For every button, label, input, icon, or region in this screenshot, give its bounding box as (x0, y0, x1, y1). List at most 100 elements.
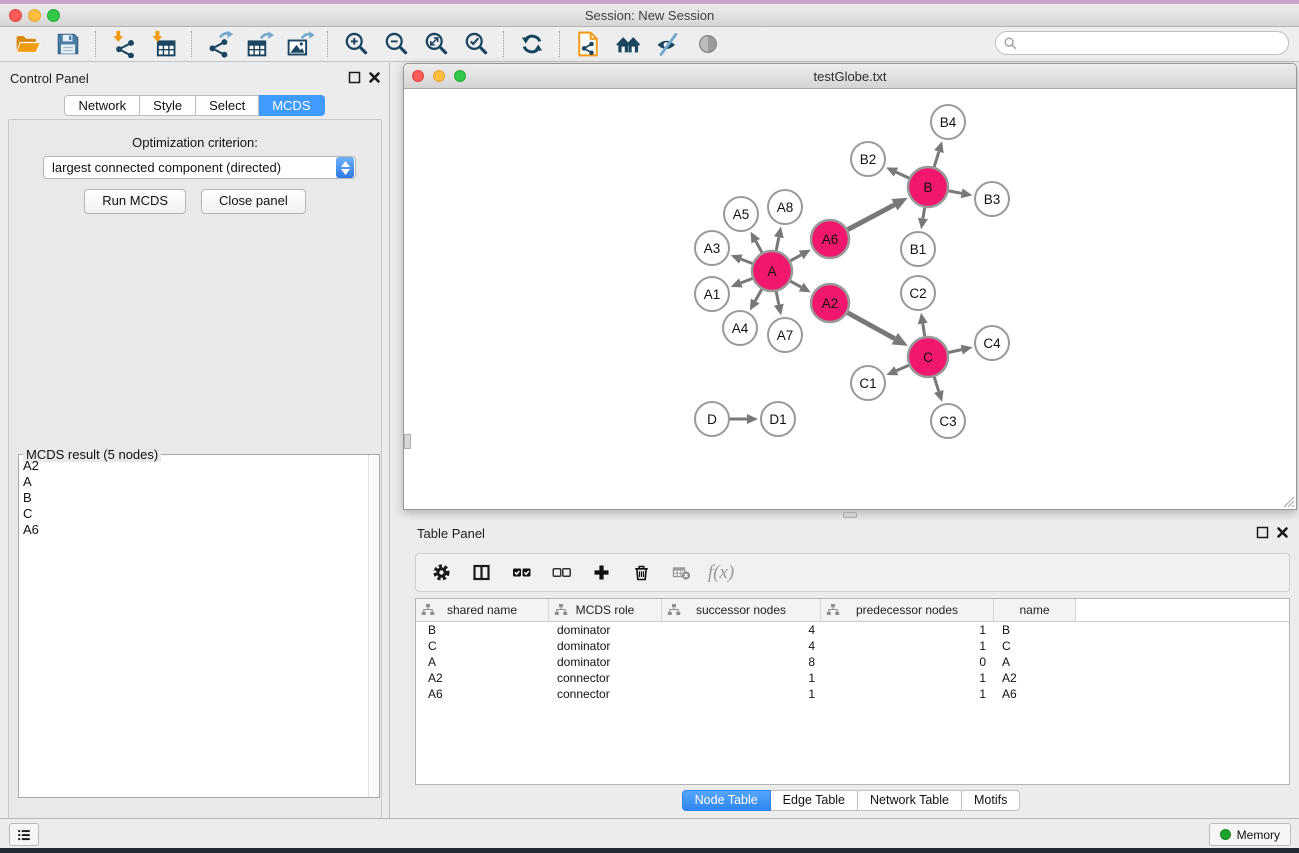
create-column-button[interactable] (588, 560, 614, 586)
edge-B-B2[interactable] (896, 172, 909, 178)
table-settings-button[interactable] (428, 560, 454, 586)
canvas-scroll-stub[interactable] (404, 434, 411, 449)
search-box[interactable] (995, 31, 1289, 55)
zoom-selected-button[interactable] (456, 28, 496, 60)
cell[interactable]: 0 (821, 654, 994, 670)
close-panel-icon[interactable] (368, 71, 381, 84)
cell[interactable]: A6 (994, 686, 1076, 702)
run-mcds-button[interactable]: Run MCDS (84, 189, 186, 214)
delete-column-button[interactable] (628, 560, 654, 586)
export-table-button[interactable] (240, 28, 280, 60)
show-panel-button[interactable] (688, 28, 728, 60)
resize-grip-icon[interactable] (1281, 494, 1295, 508)
column-header-successor-nodes[interactable]: successor nodes (662, 599, 821, 621)
cell[interactable]: dominator (549, 638, 662, 654)
table-row[interactable]: Bdominator41B (416, 622, 1289, 638)
cell[interactable]: 4 (662, 638, 821, 654)
task-history-button[interactable] (9, 823, 39, 846)
tab-node-table[interactable]: Node Table (682, 790, 771, 811)
export-network-button[interactable] (200, 28, 240, 60)
table-row[interactable]: Cdominator41C (416, 638, 1289, 654)
cell[interactable]: 8 (662, 654, 821, 670)
cell[interactable]: A2 (994, 670, 1076, 686)
tab-network-table[interactable]: Network Table (858, 790, 962, 811)
cell[interactable]: C (994, 638, 1076, 654)
tab-style[interactable]: Style (140, 95, 196, 116)
result-item[interactable]: B (19, 490, 369, 506)
cell[interactable]: connector (549, 670, 662, 686)
edge-C-C2[interactable] (923, 324, 925, 337)
edge-A-A7[interactable] (776, 292, 779, 305)
result-item[interactable]: C (19, 506, 369, 522)
tab-select[interactable]: Select (196, 95, 259, 116)
column-header-name[interactable]: name (994, 599, 1076, 621)
criterion-select[interactable]: largest connected component (directed) (43, 156, 356, 179)
cell[interactable]: B (416, 622, 549, 638)
tab-network[interactable]: Network (64, 95, 140, 116)
tab-motifs[interactable]: Motifs (962, 790, 1020, 811)
table-row[interactable]: Adominator80A (416, 654, 1289, 670)
float-table-panel-icon[interactable] (1256, 526, 1269, 539)
network-window-titlebar[interactable]: testGlobe.txt (404, 64, 1296, 89)
cell[interactable]: dominator (549, 622, 662, 638)
zoom-out-button[interactable] (376, 28, 416, 60)
edge-A6-B[interactable] (848, 205, 895, 230)
import-network-button[interactable] (104, 28, 144, 60)
result-item[interactable]: A2 (19, 458, 369, 474)
edge-A-A1[interactable] (741, 279, 752, 283)
split-divider-grip[interactable] (843, 512, 857, 518)
cell[interactable]: 1 (821, 686, 994, 702)
result-item[interactable]: A (19, 474, 369, 490)
cell[interactable]: A2 (416, 670, 549, 686)
zoom-fit-button[interactable] (416, 28, 456, 60)
cell[interactable]: 1 (821, 622, 994, 638)
cell[interactable]: C (416, 638, 549, 654)
edge-C-C4[interactable] (949, 350, 962, 353)
save-session-button[interactable] (48, 28, 88, 60)
edge-C-C3[interactable] (934, 377, 938, 391)
column-header-MCDS-role[interactable]: MCDS role (549, 599, 662, 621)
deselect-all-button[interactable] (548, 560, 574, 586)
close-panel-button[interactable]: Close panel (201, 189, 306, 214)
toggle-panes-button[interactable] (468, 560, 494, 586)
edge-B-B1[interactable] (923, 208, 925, 219)
cell[interactable]: 4 (662, 622, 821, 638)
edge-C-C1[interactable] (896, 365, 908, 370)
float-panel-icon[interactable] (348, 71, 361, 84)
cell[interactable]: 1 (821, 638, 994, 654)
network-canvas[interactable]: B4B2BB3A8A5A6A3B1AA1C2A2A4A7C4CC1C3DD1 (404, 89, 1296, 509)
result-scrollbar[interactable] (368, 455, 379, 797)
cell[interactable]: connector (549, 686, 662, 702)
select-all-button[interactable] (508, 560, 534, 586)
edge-A-A8[interactable] (776, 237, 779, 250)
memory-button[interactable]: Memory (1209, 823, 1291, 846)
cell[interactable]: 1 (662, 686, 821, 702)
refresh-button[interactable] (512, 28, 552, 60)
search-input[interactable] (1022, 35, 1288, 51)
edge-A-A2[interactable] (790, 281, 801, 287)
tab-mcds[interactable]: MCDS (259, 95, 324, 116)
cell[interactable]: A (416, 654, 549, 670)
edge-A-A5[interactable] (756, 241, 762, 252)
cell[interactable]: A (994, 654, 1076, 670)
edge-A2-C[interactable] (848, 313, 895, 339)
edge-A-A4[interactable] (755, 289, 762, 301)
result-item[interactable]: A6 (19, 522, 369, 538)
cell[interactable]: B (994, 622, 1076, 638)
cell[interactable]: 1 (821, 670, 994, 686)
close-table-panel-icon[interactable] (1276, 526, 1289, 539)
edge-A-A6[interactable] (790, 255, 801, 261)
session-document-button[interactable] (568, 28, 608, 60)
column-header-shared-name[interactable]: shared name (416, 599, 549, 621)
edge-B-B3[interactable] (949, 191, 962, 193)
hide-panel-button[interactable] (648, 28, 688, 60)
zoom-in-button[interactable] (336, 28, 376, 60)
export-image-button[interactable] (280, 28, 320, 60)
open-file-button[interactable] (8, 28, 48, 60)
home-button[interactable] (608, 28, 648, 60)
import-table-button[interactable] (144, 28, 184, 60)
table-row[interactable]: A2connector11A2 (416, 670, 1289, 686)
tab-edge-table[interactable]: Edge Table (771, 790, 858, 811)
cell[interactable]: A6 (416, 686, 549, 702)
edge-A-A3[interactable] (741, 259, 752, 263)
